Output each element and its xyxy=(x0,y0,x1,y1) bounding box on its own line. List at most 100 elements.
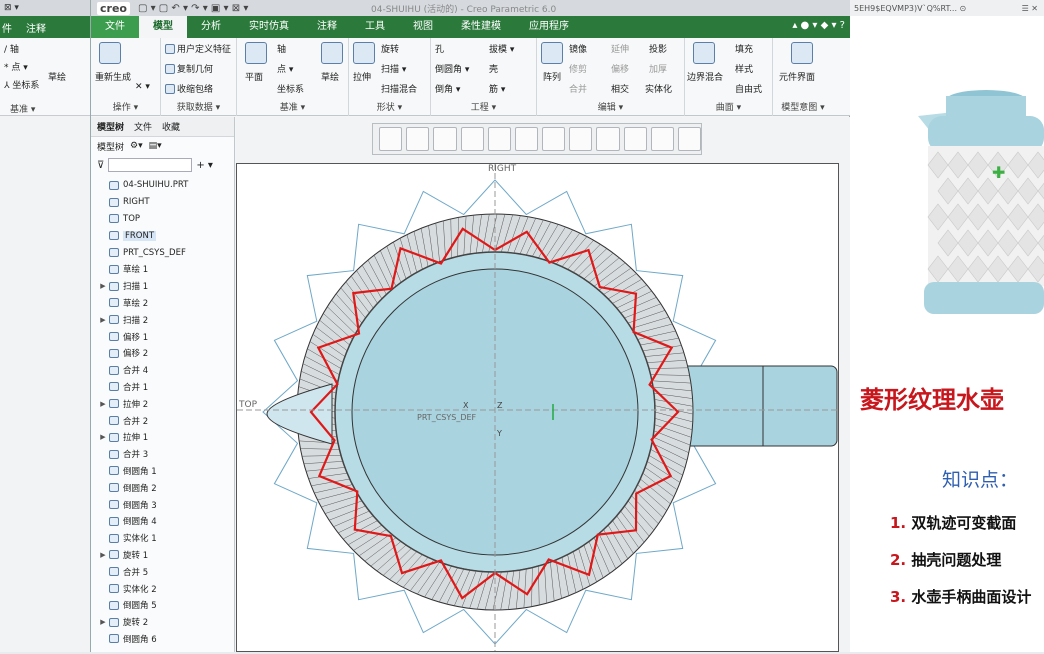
tree-row[interactable]: 合并 4 xyxy=(97,362,234,379)
plane-icon[interactable] xyxy=(245,42,267,64)
group-label[interactable]: 基准 ▾ xyxy=(237,100,348,113)
tree-row[interactable]: 偏移 2 xyxy=(97,345,234,362)
tab-file[interactable]: 文件 xyxy=(91,16,139,38)
udf-button[interactable]: 用户定义特征 xyxy=(165,42,231,55)
tree-row[interactable]: ▶ 旋转 2 xyxy=(97,614,234,631)
group-label[interactable]: 形状 ▾ xyxy=(349,100,430,113)
tree-row[interactable]: ▶ 拉伸 1 xyxy=(97,429,234,446)
component-interface-icon[interactable] xyxy=(791,42,813,64)
sketch-icon[interactable] xyxy=(321,42,343,64)
bg-tab[interactable]: 注释 xyxy=(26,20,46,35)
freestyle-button[interactable]: 自由式 xyxy=(735,82,762,95)
shell-button[interactable]: 壳 xyxy=(489,62,498,75)
tree-row[interactable]: 合并 1 xyxy=(97,379,234,396)
bg-point-item[interactable]: * 点 ▾ xyxy=(4,60,28,73)
mirror-button[interactable]: 镜像 xyxy=(569,42,587,55)
tree-row[interactable]: ▶ 扫描 2 xyxy=(97,311,234,328)
thicken-button[interactable]: 加厚 xyxy=(649,62,667,75)
tree-row[interactable]: 倒圆角 1 xyxy=(97,463,234,480)
csys-button[interactable]: 坐标系 xyxy=(277,82,304,95)
tab-tools[interactable]: 工具 xyxy=(351,16,399,38)
tab-favorites[interactable]: 收藏 xyxy=(162,120,180,133)
slide-window-controls[interactable]: ☰ ✕ xyxy=(1022,4,1038,13)
point-button[interactable]: 点 ▾ xyxy=(277,62,293,75)
tree-row[interactable]: 倒圆角 5 xyxy=(97,597,234,614)
axis-button[interactable]: 轴 xyxy=(277,42,286,55)
tree-row[interactable]: 实体化 1 xyxy=(97,530,234,547)
boundary-blend-icon[interactable] xyxy=(693,42,715,64)
csys-display-icon[interactable] xyxy=(650,127,674,151)
sketch-button[interactable]: 草绘 xyxy=(321,70,339,83)
repaint-icon[interactable] xyxy=(460,127,484,151)
tab-files[interactable]: 文件 xyxy=(134,120,152,133)
component-interface-button[interactable]: 元件界面 xyxy=(779,70,815,83)
tab-annotate[interactable]: 注释 xyxy=(303,16,351,38)
expand-icon[interactable]: ▶ xyxy=(97,400,109,408)
tab-view[interactable]: 视图 xyxy=(399,16,447,38)
sweep-button[interactable]: 扫描 ▾ xyxy=(381,62,406,75)
filter-icon[interactable]: ⊽ xyxy=(97,160,104,171)
bg-sketch-item[interactable]: 草绘 xyxy=(48,70,66,83)
group-label[interactable]: 模型意图 ▾ xyxy=(773,100,833,113)
style-button[interactable]: 样式 xyxy=(735,62,753,75)
tree-row[interactable]: RIGHT xyxy=(97,194,234,211)
zoom-icon[interactable] xyxy=(379,127,403,151)
model-viewport[interactable]: RIGHT TOP PRT_CSYS_DEF X Y Z xyxy=(236,163,839,652)
plane-display-icon[interactable] xyxy=(569,127,593,151)
delete-button[interactable]: ✕ ▾ xyxy=(135,82,150,92)
tree-row[interactable]: ▶ 拉伸 2 xyxy=(97,395,234,412)
bg-csys-item[interactable]: ⅄ 坐标系 xyxy=(4,78,39,91)
merge-button[interactable]: 合并 xyxy=(569,82,587,95)
tab-model-tree[interactable]: 模型树 xyxy=(97,120,124,133)
tab-model[interactable]: 模型 xyxy=(139,16,187,38)
tree-search-input[interactable] xyxy=(108,158,193,172)
boundary-blend-button[interactable]: 边界混合 xyxy=(687,70,723,83)
tree-show-icon[interactable]: ▤▾ xyxy=(149,141,162,151)
regenerate-button[interactable]: 重新生成 xyxy=(95,70,131,83)
tab-live-simulation[interactable]: 实时仿真 xyxy=(235,16,303,38)
add-column-icon[interactable]: + ▾ xyxy=(196,160,213,171)
group-label[interactable]: 操作 ▾ xyxy=(91,100,160,113)
tree-row[interactable]: 草绘 2 xyxy=(97,295,234,312)
draft-button[interactable]: 拔模 ▾ xyxy=(489,42,514,55)
saved-views-icon[interactable] xyxy=(433,127,457,151)
shrinkwrap-button[interactable]: 收缩包络 xyxy=(165,82,213,95)
extrude-button[interactable]: 拉伸 xyxy=(353,70,371,83)
expand-icon[interactable]: ▶ xyxy=(97,282,109,290)
point-display-icon[interactable] xyxy=(623,127,647,151)
tree-row[interactable]: 倒圆角 6 xyxy=(97,631,234,648)
tree-row[interactable]: 倒圆角 2 xyxy=(97,479,234,496)
intersect-button[interactable]: 相交 xyxy=(611,82,629,95)
tree-row[interactable]: 偏移 1 xyxy=(97,328,234,345)
regenerate-icon[interactable] xyxy=(99,42,121,64)
quick-access-toolbar[interactable]: ▢ ▾ ▢ ↶ ▾ ↷ ▾ ▣ ▾ ⊠ ▾ xyxy=(138,3,248,14)
tree-row[interactable]: 合并 2 xyxy=(97,412,234,429)
tree-row[interactable]: 倒圆角 3 xyxy=(97,496,234,513)
expand-icon[interactable]: ▶ xyxy=(97,316,109,324)
trim-button[interactable]: 修剪 xyxy=(569,62,587,75)
tree-row[interactable]: FRONT xyxy=(97,227,234,244)
tab-flexible-modeling[interactable]: 柔性建模 xyxy=(447,16,515,38)
bg-group-label[interactable]: 基准 ▾ xyxy=(10,102,35,115)
expand-icon[interactable]: ▶ xyxy=(97,551,109,559)
annotation-display-icon[interactable] xyxy=(677,127,702,151)
tab-analysis[interactable]: 分析 xyxy=(187,16,235,38)
solidify-button[interactable]: 实体化 xyxy=(645,82,672,95)
perspective-icon[interactable] xyxy=(487,127,511,151)
fill-button[interactable]: 填充 xyxy=(735,42,753,55)
extrude-icon[interactable] xyxy=(353,42,375,64)
bg-tab[interactable]: 件 xyxy=(2,20,12,35)
pattern-icon[interactable] xyxy=(541,42,563,64)
tree-row[interactable]: 04-SHUIHU.PRT xyxy=(97,177,234,194)
expand-icon[interactable]: ▶ xyxy=(97,618,109,626)
display-style-icon[interactable] xyxy=(514,127,539,151)
axis-display-icon[interactable] xyxy=(596,127,620,151)
bg-title-icons[interactable]: ⊠ ▾ xyxy=(4,3,19,13)
tree-row[interactable]: 合并 5 xyxy=(97,563,234,580)
project-button[interactable]: 投影 xyxy=(649,42,667,55)
tree-row[interactable]: ▶ 扫描 1 xyxy=(97,278,234,295)
group-label[interactable]: 工程 ▾ xyxy=(431,100,536,113)
group-label[interactable]: 曲面 ▾ xyxy=(685,100,772,113)
group-label[interactable]: 获取数据 ▾ xyxy=(161,100,236,113)
refit-icon[interactable] xyxy=(406,127,430,151)
